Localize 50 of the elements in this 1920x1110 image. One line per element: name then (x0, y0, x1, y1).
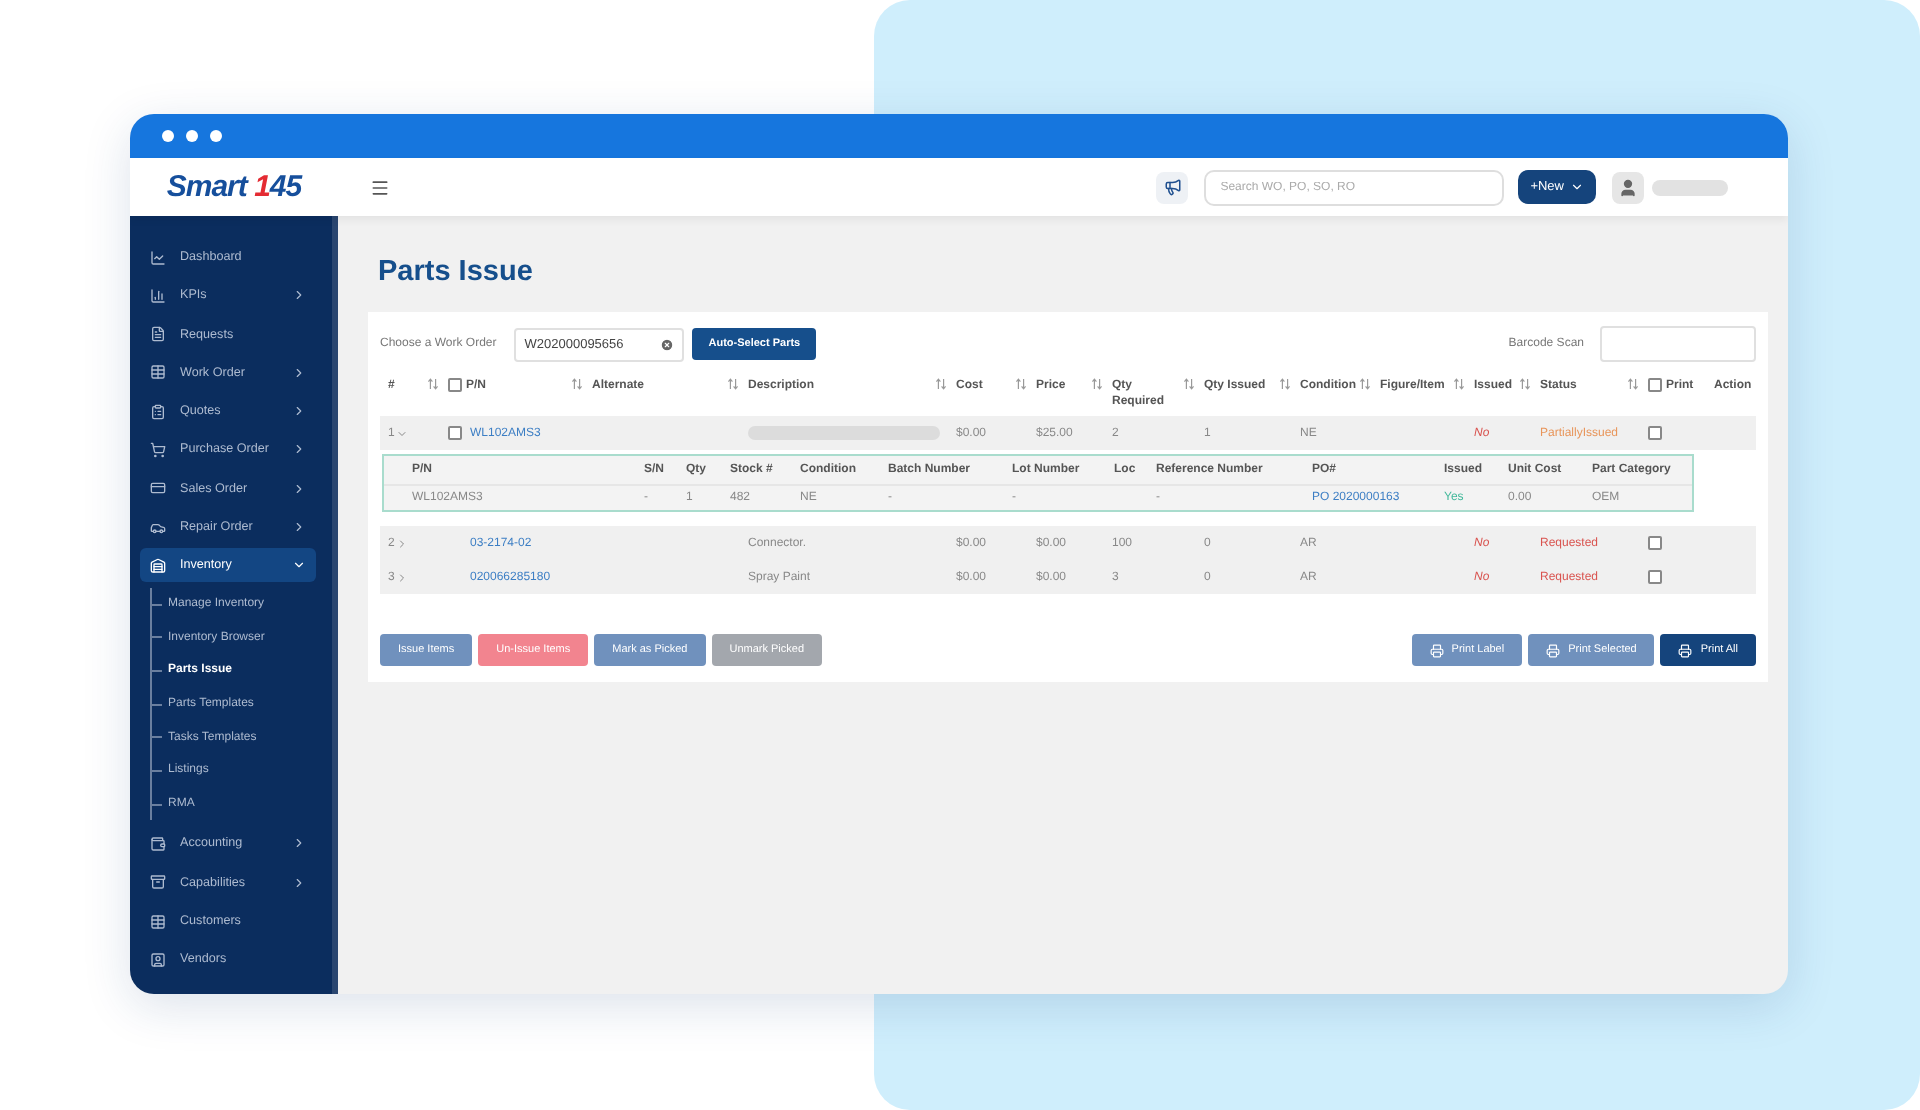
sort-icon[interactable] (1184, 378, 1194, 390)
printer-icon (1546, 643, 1561, 657)
chevron-down-icon (396, 427, 409, 439)
sort-icon[interactable] (936, 378, 946, 390)
logo: Smart 145 (166, 170, 302, 204)
bar-chart-icon (150, 287, 166, 304)
sort-icon[interactable] (1016, 378, 1026, 390)
page-title: Parts Issue (378, 256, 535, 288)
chevron-right-icon (396, 571, 409, 583)
clipboard-icon (150, 403, 166, 420)
sort-icon[interactable] (1280, 378, 1290, 390)
sort-icon[interactable] (1454, 378, 1464, 390)
sort-icon[interactable] (1092, 378, 1102, 390)
sort-icon[interactable] (728, 378, 738, 390)
printer-icon (1678, 643, 1693, 657)
announcement-button[interactable] (1156, 171, 1189, 203)
archive-icon (150, 874, 166, 891)
user-card-icon (150, 951, 166, 968)
checkbox[interactable] (1648, 536, 1662, 550)
sort-icon[interactable] (1360, 378, 1370, 390)
checkbox[interactable] (1648, 426, 1662, 440)
sort-icon[interactable] (1520, 378, 1530, 390)
sort-icon[interactable] (1628, 378, 1638, 390)
megaphone-icon (1163, 178, 1182, 196)
checkbox[interactable] (1648, 378, 1662, 392)
chevron-down-icon (1570, 180, 1584, 194)
printer-icon (1429, 643, 1444, 657)
chart-icon (150, 249, 166, 265)
barcode-field[interactable] (1600, 326, 1756, 362)
window-dot (186, 130, 198, 142)
checkbox[interactable] (448, 426, 462, 440)
table-icon (150, 913, 166, 930)
card-icon (150, 480, 166, 497)
document-icon (150, 326, 166, 343)
window-dot (210, 130, 222, 142)
checkbox[interactable] (448, 378, 462, 392)
avatar-icon[interactable] (1612, 171, 1644, 203)
car-icon (150, 519, 166, 536)
sort-icon[interactable] (428, 378, 438, 390)
window-dot (162, 130, 174, 142)
sort-icon[interactable] (572, 378, 582, 390)
clear-icon[interactable] (660, 337, 675, 351)
table-icon (150, 364, 166, 381)
user-name-placeholder (1652, 179, 1728, 195)
cart-icon (150, 441, 166, 458)
warehouse-icon (150, 557, 166, 574)
wallet-icon (150, 835, 166, 852)
menu-button[interactable] (370, 177, 390, 197)
chevron-right-icon (396, 537, 409, 549)
checkbox[interactable] (1648, 570, 1662, 584)
